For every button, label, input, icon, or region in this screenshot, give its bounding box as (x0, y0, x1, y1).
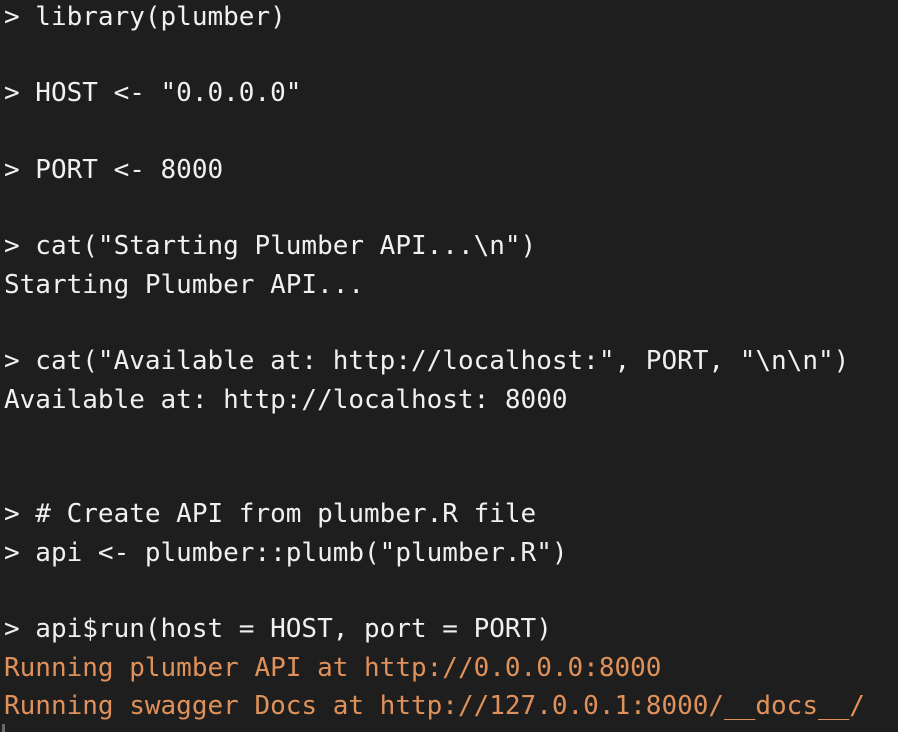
console-comment-line: > # Create API from plumber.R file (4, 499, 537, 529)
console-input-line: > api$run(host = HOST, port = PORT) (4, 614, 552, 644)
console-message-line: Running plumber API at http://0.0.0.0:80… (4, 653, 662, 683)
r-console[interactable]: > library(plumber) > HOST <- "0.0.0.0" >… (0, 0, 898, 732)
console-output-line: Starting Plumber API... (4, 270, 365, 300)
console-input-line: > api <- plumber::plumb("plumber.R") (4, 538, 568, 568)
console-input-line: > cat("Available at: http://localhost:",… (4, 346, 850, 376)
console-message-line: Running swagger Docs at http://127.0.0.1… (4, 691, 865, 721)
console-input-line: > HOST <- "0.0.0.0" (4, 78, 302, 108)
console-input-line: > PORT <- 8000 (4, 155, 224, 185)
console-cursor (2, 724, 5, 732)
console-output-line: Available at: http://localhost: 8000 (4, 385, 568, 415)
console-input-line: > library(plumber) (4, 2, 286, 32)
console-input-line: > cat("Starting Plumber API...\n") (4, 231, 537, 261)
